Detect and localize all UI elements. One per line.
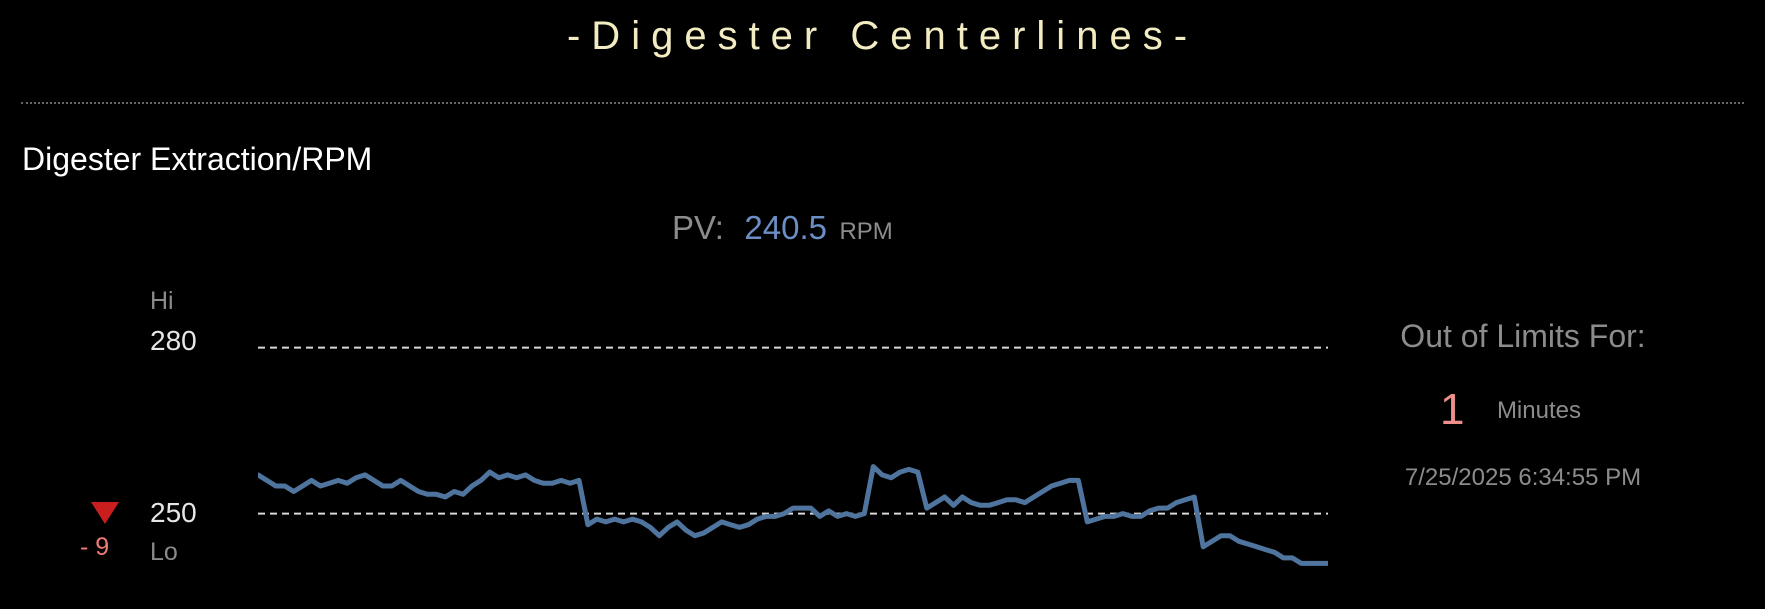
pv-unit: RPM [839,218,893,245]
page-title: -Digester Centerlines- [566,14,1199,58]
trend-chart [258,346,1328,566]
pv-readout: PV: 240.5 RPM [672,209,893,247]
timestamp: 7/25/2025 6:34:55 PM [1404,464,1642,491]
section-title: Digester Extraction/RPM [22,141,373,177]
pv-value: 240.5 [744,209,828,246]
hi-limit-value: 280 [150,325,197,356]
lo-limit-value: 250 [150,497,197,528]
centerline-panel: -Digester Centerlines- Digester Extracti… [0,0,1765,609]
out-of-limits-label: Out of Limits For: [1400,318,1646,354]
title-divider [21,102,1744,104]
out-of-limits-duration: 1 Minutes [1440,385,1581,435]
trend-series-line [258,464,1328,566]
out-of-limits-count: 1 [1440,385,1465,434]
down-triangle-icon [91,502,119,524]
deviation-value: - 9 [80,533,110,561]
hi-limit-label: Hi [150,287,174,315]
out-of-limits-unit: Minutes [1496,397,1581,424]
lo-limit-label: Lo [150,538,178,566]
pv-label: PV: [672,209,724,246]
